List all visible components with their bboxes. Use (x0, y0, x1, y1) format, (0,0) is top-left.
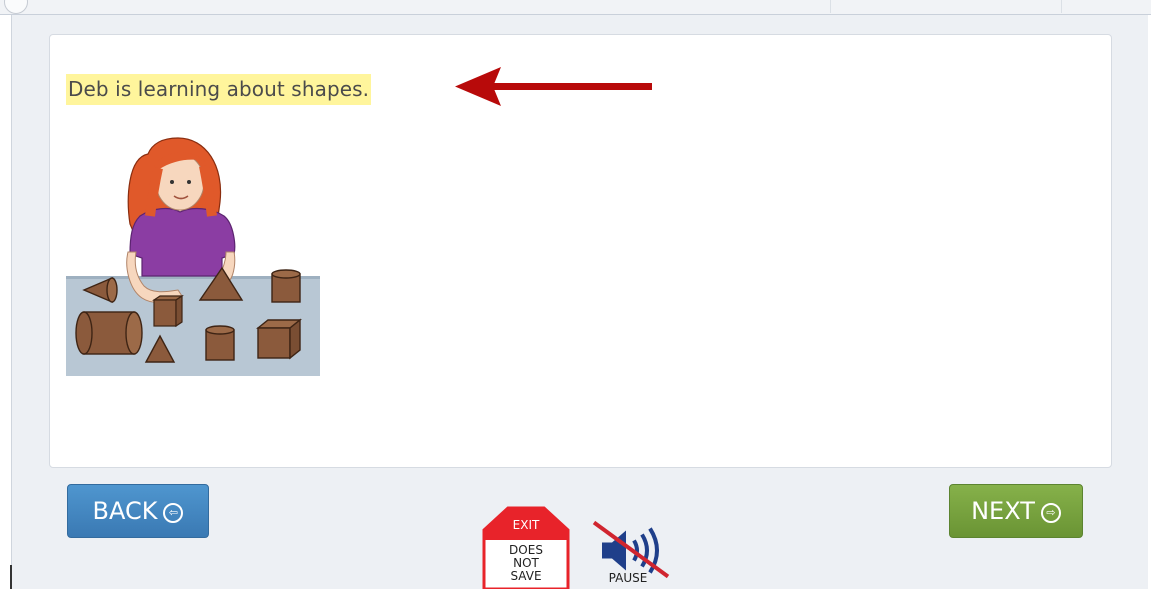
browser-tab-outline (830, 0, 1062, 13)
window-edge (10, 565, 12, 589)
red-arrow-left-icon (455, 67, 652, 106)
arrow-right-circle-icon: ⇨ (1040, 503, 1061, 523)
pause-label: PAUSE (608, 571, 648, 585)
exit-warning-line3: SAVE (510, 569, 542, 583)
lesson-sentence: Deb is learning about shapes. (66, 74, 372, 105)
next-button[interactable]: NEXT ⇨ (949, 484, 1083, 538)
next-button-label: NEXT (971, 497, 1035, 525)
back-button-label: BACK (92, 497, 158, 525)
exit-button[interactable]: EXIT DOES NOT SAVE (482, 506, 570, 589)
back-button[interactable]: BACK ⇦ (67, 484, 209, 538)
exit-label: EXIT (512, 518, 540, 532)
arrow-left-circle-icon: ⇦ (163, 503, 184, 523)
girl-with-shapes-illustration (66, 137, 320, 376)
exit-warning: DOES NOT SAVE (488, 544, 564, 583)
